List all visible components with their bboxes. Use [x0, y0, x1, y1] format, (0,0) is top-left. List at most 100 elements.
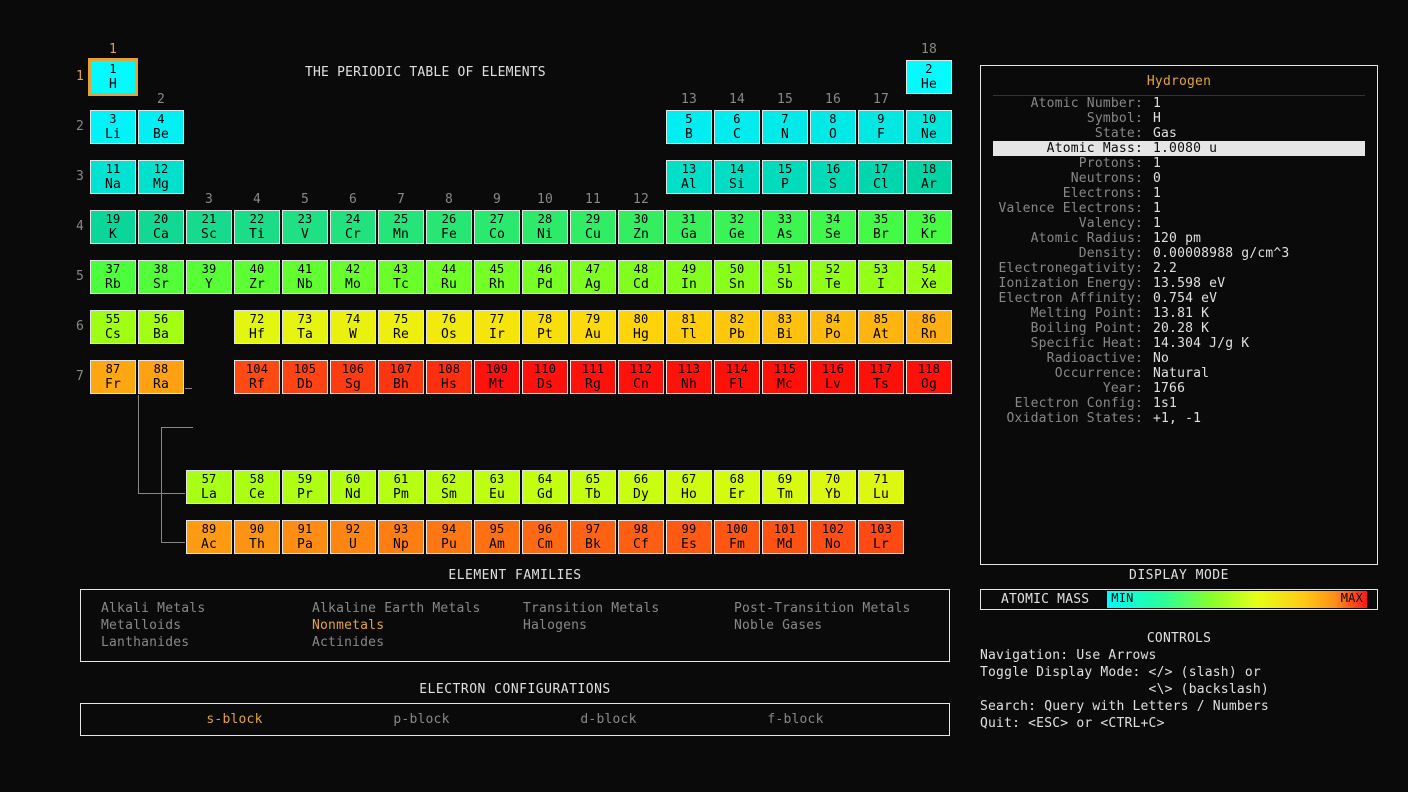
element-cell-Md[interactable]: 101Md — [762, 520, 808, 554]
element-cell-Te[interactable]: 52Te — [810, 260, 856, 294]
element-cell-I[interactable]: 53I — [858, 260, 904, 294]
element-cell-Tl[interactable]: 81Tl — [666, 310, 712, 344]
element-cell-Ir[interactable]: 77Ir — [474, 310, 520, 344]
element-cell-Au[interactable]: 79Au — [570, 310, 616, 344]
block-p-block[interactable]: p-block — [328, 712, 515, 727]
element-cell-At[interactable]: 85At — [858, 310, 904, 344]
element-cell-Hg[interactable]: 80Hg — [618, 310, 664, 344]
element-cell-Cs[interactable]: 55Cs — [90, 310, 136, 344]
family-lanthanides[interactable]: Lanthanides — [101, 634, 296, 651]
element-cell-Ga[interactable]: 31Ga — [666, 210, 712, 244]
element-cell-Ge[interactable]: 32Ge — [714, 210, 760, 244]
element-cell-In[interactable]: 49In — [666, 260, 712, 294]
element-cell-No[interactable]: 102No — [810, 520, 856, 554]
element-cell-Ds[interactable]: 110Ds — [522, 360, 568, 394]
element-cell-Lu[interactable]: 71Lu — [858, 470, 904, 504]
element-cell-B[interactable]: 5B — [666, 110, 712, 144]
element-cell-Pr[interactable]: 59Pr — [282, 470, 328, 504]
element-cell-Yb[interactable]: 70Yb — [810, 470, 856, 504]
element-cell-Tm[interactable]: 69Tm — [762, 470, 808, 504]
family-halogens[interactable]: Halogens — [523, 617, 718, 634]
element-cell-Fe[interactable]: 26Fe — [426, 210, 472, 244]
element-cell-Th[interactable]: 90Th — [234, 520, 280, 554]
block-s-block[interactable]: s-block — [141, 712, 328, 727]
element-cell-Li[interactable]: 3Li — [90, 110, 136, 144]
element-cell-W[interactable]: 74W — [330, 310, 376, 344]
block-f-block[interactable]: f-block — [702, 712, 889, 727]
element-cell-Rb[interactable]: 37Rb — [90, 260, 136, 294]
element-cell-Lv[interactable]: 116Lv — [810, 360, 856, 394]
element-cell-Am[interactable]: 95Am — [474, 520, 520, 554]
element-cell-Ce[interactable]: 58Ce — [234, 470, 280, 504]
element-cell-Pb[interactable]: 82Pb — [714, 310, 760, 344]
element-cell-C[interactable]: 6C — [714, 110, 760, 144]
element-cell-Ne[interactable]: 10Ne — [906, 110, 952, 144]
family-nonmetals[interactable]: Nonmetals — [312, 617, 507, 634]
element-cell-Ru[interactable]: 44Ru — [426, 260, 472, 294]
element-cell-Mt[interactable]: 109Mt — [474, 360, 520, 394]
element-cell-Sg[interactable]: 106Sg — [330, 360, 376, 394]
element-cell-Cl[interactable]: 17Cl — [858, 160, 904, 194]
element-cell-Ta[interactable]: 73Ta — [282, 310, 328, 344]
element-cell-Be[interactable]: 4Be — [138, 110, 184, 144]
element-cell-Pt[interactable]: 78Pt — [522, 310, 568, 344]
family-alkaline-earth-metals[interactable]: Alkaline Earth Metals — [312, 600, 507, 617]
element-cell-Bh[interactable]: 107Bh — [378, 360, 424, 394]
element-cell-Rh[interactable]: 45Rh — [474, 260, 520, 294]
element-cell-Sb[interactable]: 51Sb — [762, 260, 808, 294]
family-transition-metals[interactable]: Transition Metals — [523, 600, 718, 617]
element-cell-Cu[interactable]: 29Cu — [570, 210, 616, 244]
element-cell-Pu[interactable]: 94Pu — [426, 520, 472, 554]
family-alkali-metals[interactable]: Alkali Metals — [101, 600, 296, 617]
element-cell-Ni[interactable]: 28Ni — [522, 210, 568, 244]
element-cell-Kr[interactable]: 36Kr — [906, 210, 952, 244]
element-cell-Er[interactable]: 68Er — [714, 470, 760, 504]
element-cell-Rn[interactable]: 86Rn — [906, 310, 952, 344]
element-cell-He[interactable]: 2He — [906, 60, 952, 94]
element-cell-Ag[interactable]: 47Ag — [570, 260, 616, 294]
element-cell-Tb[interactable]: 65Tb — [570, 470, 616, 504]
element-cell-Mg[interactable]: 12Mg — [138, 160, 184, 194]
element-cell-As[interactable]: 33As — [762, 210, 808, 244]
element-cell-Fm[interactable]: 100Fm — [714, 520, 760, 554]
family-noble-gases[interactable]: Noble Gases — [734, 617, 929, 634]
element-cell-Br[interactable]: 35Br — [858, 210, 904, 244]
element-cell-Ra[interactable]: 88Ra — [138, 360, 184, 394]
element-cell-Ti[interactable]: 22Ti — [234, 210, 280, 244]
element-cell-Tc[interactable]: 43Tc — [378, 260, 424, 294]
element-cell-La[interactable]: 57La — [186, 470, 232, 504]
element-cell-Cr[interactable]: 24Cr — [330, 210, 376, 244]
element-cell-Rf[interactable]: 104Rf — [234, 360, 280, 394]
element-cell-Y[interactable]: 39Y — [186, 260, 232, 294]
display-mode-panel[interactable]: ATOMIC MASS MIN MAX — [980, 589, 1378, 610]
element-cell-Pa[interactable]: 91Pa — [282, 520, 328, 554]
element-cell-Rg[interactable]: 111Rg — [570, 360, 616, 394]
element-cell-Co[interactable]: 27Co — [474, 210, 520, 244]
element-cell-Mn[interactable]: 25Mn — [378, 210, 424, 244]
element-cell-Po[interactable]: 84Po — [810, 310, 856, 344]
element-cell-V[interactable]: 23V — [282, 210, 328, 244]
element-cell-Sm[interactable]: 62Sm — [426, 470, 472, 504]
element-cell-Ac[interactable]: 89Ac — [186, 520, 232, 554]
element-cell-Re[interactable]: 75Re — [378, 310, 424, 344]
element-cell-Bi[interactable]: 83Bi — [762, 310, 808, 344]
element-cell-Eu[interactable]: 63Eu — [474, 470, 520, 504]
element-cell-Og[interactable]: 118Og — [906, 360, 952, 394]
element-cell-Ho[interactable]: 67Ho — [666, 470, 712, 504]
element-cell-Ba[interactable]: 56Ba — [138, 310, 184, 344]
element-cell-N[interactable]: 7N — [762, 110, 808, 144]
element-cell-Hf[interactable]: 72Hf — [234, 310, 280, 344]
element-cell-Fr[interactable]: 87Fr — [90, 360, 136, 394]
element-cell-Bk[interactable]: 97Bk — [570, 520, 616, 554]
element-cell-P[interactable]: 15P — [762, 160, 808, 194]
element-cell-Se[interactable]: 34Se — [810, 210, 856, 244]
element-cell-Xe[interactable]: 54Xe — [906, 260, 952, 294]
element-cell-Al[interactable]: 13Al — [666, 160, 712, 194]
element-cell-Mc[interactable]: 115Mc — [762, 360, 808, 394]
family-actinides[interactable]: Actinides — [312, 634, 507, 651]
element-cell-Sc[interactable]: 21Sc — [186, 210, 232, 244]
family-metalloids[interactable]: Metalloids — [101, 617, 296, 634]
element-cell-Cn[interactable]: 112Cn — [618, 360, 664, 394]
element-cell-Fl[interactable]: 114Fl — [714, 360, 760, 394]
element-cell-F[interactable]: 9F — [858, 110, 904, 144]
